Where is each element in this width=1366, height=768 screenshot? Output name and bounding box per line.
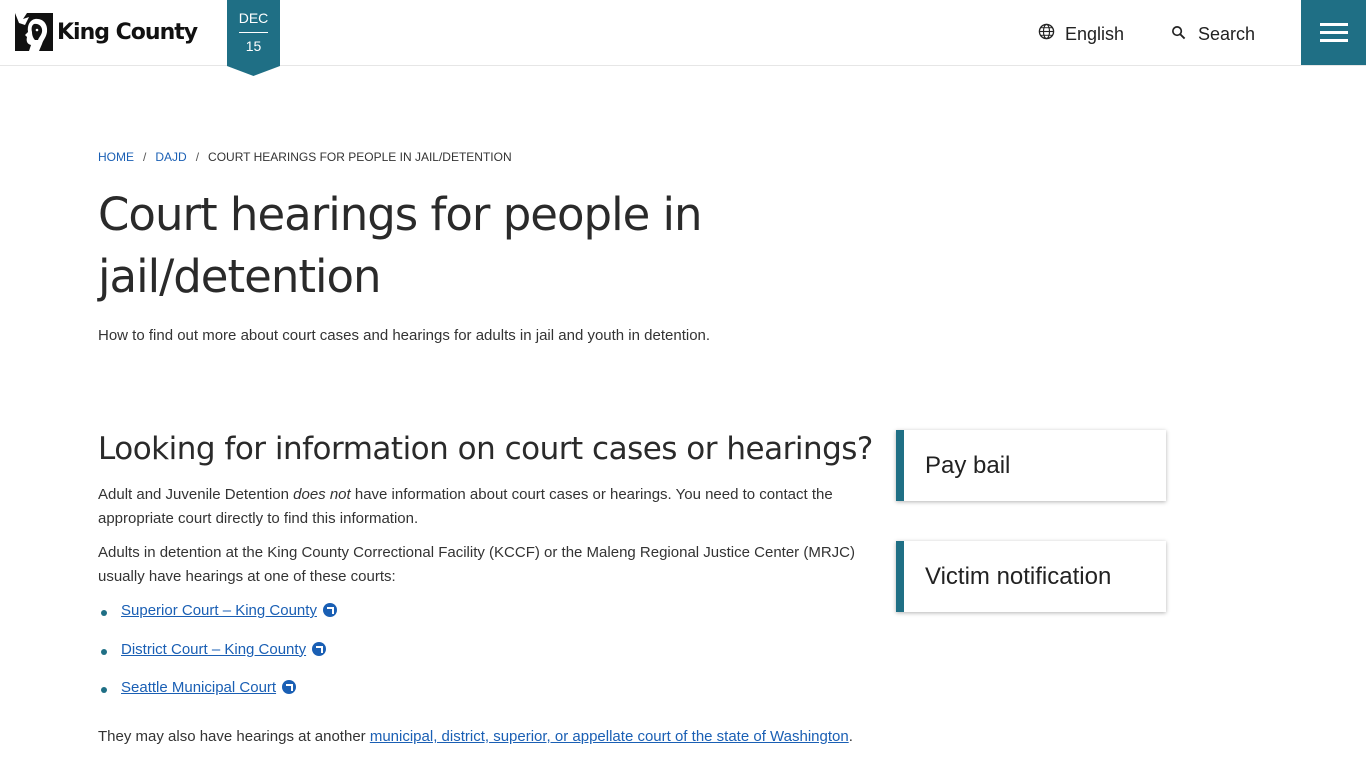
emphasis-text: does not [293,486,351,503]
mlk-logo-icon [15,13,53,51]
victim-notification-card[interactable]: Victim notification [896,541,1166,612]
card-label: Victim notification [925,562,1112,590]
bullet [101,648,107,655]
external-link-icon [322,603,337,617]
language-selector[interactable]: English [1038,22,1124,46]
menu-bar [1319,31,1348,34]
language-label: English [1065,23,1125,44]
paragraph-courts-intro: Adults in detention at the King County C… [98,544,855,585]
site-header: King County DEC 15 English Search [0,0,1366,76]
menu-bar [1319,23,1348,26]
date-month: DEC [238,10,269,26]
menu-bar [1319,39,1348,42]
paragraph-text: . [848,728,853,745]
bullet [101,610,107,616]
paragraph-detention-info: Adult and Juvenile Detention does not ha… [98,483,858,531]
list-item: District Court – King County [98,641,337,680]
hamburger-menu-button[interactable] [1301,0,1366,65]
list-item: Seattle Municipal Court [98,679,337,718]
breadcrumb-current: COURT HEARINGS FOR PEOPLE IN JAIL/DETENT… [208,150,512,164]
breadcrumb: HOME / DAJD / COURT HEARINGS FOR PEOPLE … [98,150,512,164]
date-day: 15 [245,38,262,54]
paragraph-other-courts: They may also have hearings at another m… [98,725,853,749]
breadcrumb-separator: / [195,150,200,164]
search-icon [1171,24,1198,45]
page-title: Court hearings for people in jail/detent… [98,188,703,303]
superior-court-link[interactable]: Superior Court – King County [121,602,317,619]
paragraph-text: Adult and Juvenile Detention [98,486,294,503]
court-link-list: Superior Court – King County District Co… [98,602,337,718]
globe-icon [1038,23,1065,45]
search-label: Search [1198,23,1256,44]
district-court-link[interactable]: District Court – King County [121,641,306,658]
card-label: Pay bail [925,451,1011,479]
list-item: Superior Court – King County [98,602,337,641]
external-link-icon [312,641,327,656]
date-badge: DEC 15 [227,0,280,76]
section-title: Looking for information on court cases o… [98,431,873,467]
paragraph-text: They may also have hearings at another [98,728,370,745]
date-divider [239,32,268,33]
breadcrumb-separator: / [143,150,147,164]
logo-text: King County [57,19,198,45]
search-button[interactable]: Search [1171,22,1255,46]
page-lede: How to find out more about court cases a… [98,327,711,344]
breadcrumb-dajd[interactable]: DAJD [155,150,186,164]
washington-courts-link[interactable]: municipal, district, superior, or appell… [370,728,849,745]
seattle-municipal-court-link[interactable]: Seattle Municipal Court [121,679,276,696]
breadcrumb-home[interactable]: HOME [98,150,134,164]
external-link-icon [282,680,297,694]
bullet [101,687,107,693]
king-county-logo[interactable]: King County [15,13,198,51]
pay-bail-card[interactable]: Pay bail [896,430,1166,501]
